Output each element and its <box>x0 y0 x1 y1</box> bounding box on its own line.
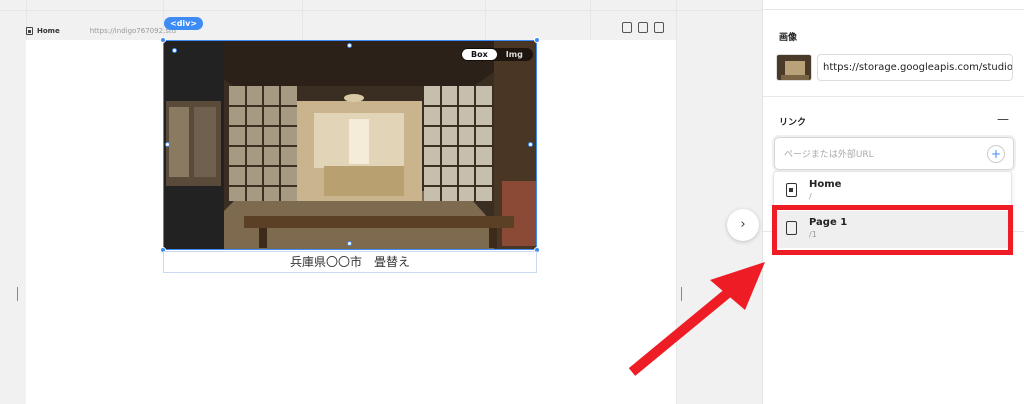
annotation-arrow <box>628 262 765 376</box>
